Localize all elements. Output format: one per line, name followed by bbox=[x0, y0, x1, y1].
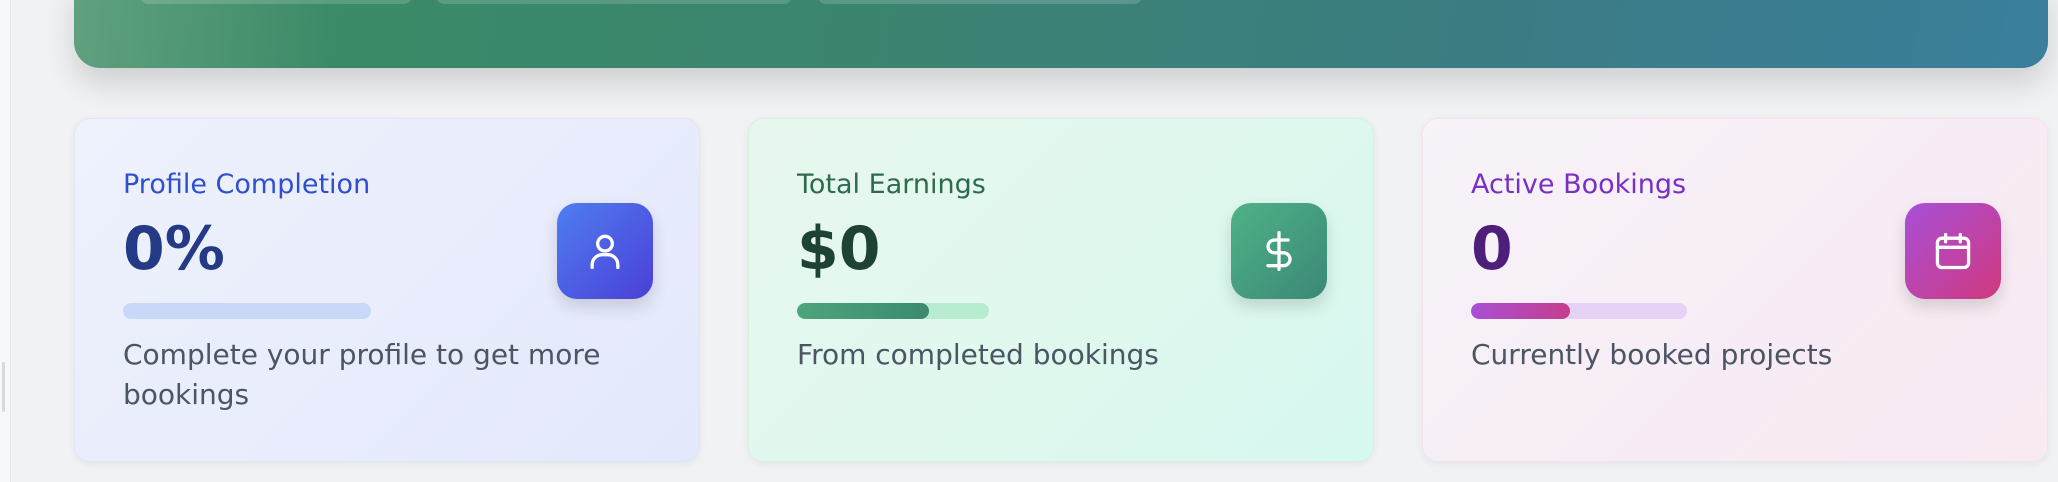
card-value: $0 bbox=[797, 214, 881, 284]
progress-fill bbox=[797, 303, 930, 319]
dollar-icon-tile bbox=[1231, 203, 1327, 299]
dollar-icon bbox=[1266, 231, 1292, 271]
card-value: 0 bbox=[1471, 214, 1513, 284]
card-description: Currently booked projects bbox=[1471, 338, 1833, 371]
card-title: Profile Completion bbox=[123, 169, 371, 200]
card-value: 0% bbox=[123, 214, 225, 284]
progress-bar bbox=[1471, 303, 1687, 319]
progress-bar bbox=[123, 303, 371, 319]
resize-grip[interactable] bbox=[2, 362, 5, 412]
calendar-icon bbox=[1935, 232, 1971, 270]
hero-action-button[interactable] bbox=[140, 0, 412, 4]
card-title: Active Bookings bbox=[1471, 169, 1687, 200]
user-icon-tile bbox=[557, 203, 653, 299]
left-scroll-edge bbox=[0, 0, 11, 482]
active-bookings-card[interactable]: Active Bookings 0 Currently booked proje… bbox=[1422, 118, 2048, 462]
hero-action-button[interactable] bbox=[436, 0, 792, 4]
profile-completion-card[interactable]: Profile Completion 0% Complete your prof… bbox=[74, 118, 700, 462]
card-description: From completed bookings bbox=[797, 338, 1159, 371]
hero-shine bbox=[74, 0, 334, 68]
total-earnings-card[interactable]: Total Earnings $0 From completed booking… bbox=[748, 118, 1374, 462]
hero-action-button[interactable] bbox=[818, 0, 1142, 4]
calendar-icon-tile bbox=[1905, 203, 2001, 299]
hero-banner bbox=[74, 0, 2048, 68]
user-icon bbox=[590, 234, 620, 270]
card-description: Complete your profile to get more bookin… bbox=[123, 338, 601, 411]
progress-fill bbox=[1471, 303, 1571, 319]
card-title: Total Earnings bbox=[797, 169, 986, 200]
progress-bar bbox=[797, 303, 989, 319]
